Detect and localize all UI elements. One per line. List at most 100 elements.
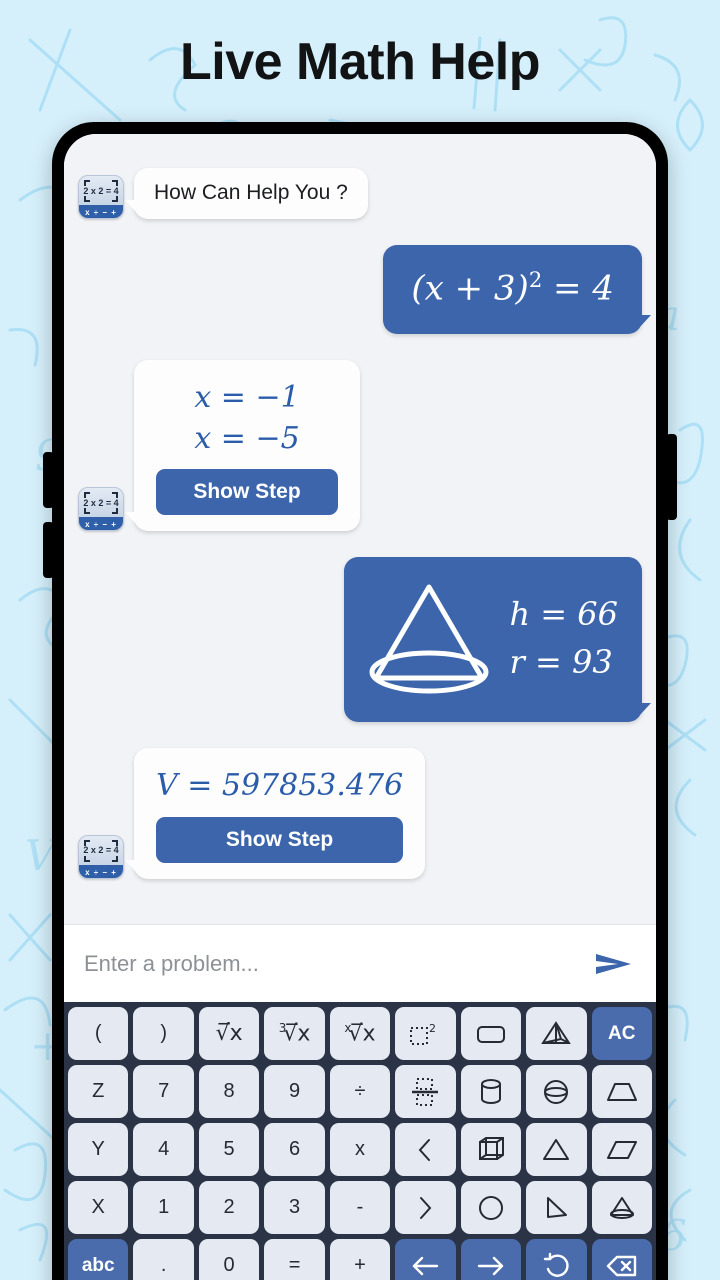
key-pyramid-shape-glyph (541, 1020, 572, 1044)
show-step-button[interactable]: Show Step (156, 816, 404, 863)
scan-corner-bottom-right-icon (112, 508, 118, 515)
keyboard-row: () √̅x 3√̅x x√̅x 2 AC (68, 1007, 652, 1060)
avatar-equation-text: 2 x 2 = 4 (83, 497, 119, 508)
key-greater-than[interactable] (395, 1181, 456, 1234)
show-step-button[interactable]: Show Step (156, 469, 338, 516)
page-title: Live Math Help (180, 33, 540, 91)
key-5[interactable]: 5 (198, 1123, 260, 1176)
key-power-two[interactable]: 2 (395, 1007, 456, 1060)
volume-up-button[interactable] (43, 452, 54, 508)
key-variable-x[interactable]: X (68, 1181, 129, 1234)
greeting-bubble: How Can Help You ? (125, 168, 368, 219)
key-trapezoid-shape-glyph (606, 1082, 637, 1101)
message-greeting: 2 x 2 = 4 x ÷ − + How Can Help You ? (78, 168, 642, 219)
key-less-than[interactable] (395, 1123, 456, 1176)
key-sphere-shape[interactable] (526, 1065, 587, 1118)
key-pyramid-shape[interactable] (526, 1007, 587, 1060)
key-rectangle-shape-glyph (476, 1025, 505, 1043)
key-decimal-point[interactable]: . (133, 1239, 194, 1280)
key-parallelogram-shape-glyph (606, 1140, 637, 1159)
key-cylinder-shape[interactable] (460, 1065, 522, 1118)
scan-corner-top-left-icon (84, 839, 90, 846)
key-right-triangle-shape[interactable] (526, 1181, 587, 1234)
key-minus[interactable]: - (329, 1181, 391, 1234)
keyboard-row: Z 7 8 9 ÷ (68, 1065, 652, 1118)
key-fraction[interactable] (395, 1065, 456, 1118)
key-equals[interactable]: = (264, 1239, 325, 1280)
key-square-root[interactable]: √̅x (198, 1007, 260, 1060)
scan-corner-top-right-icon (112, 180, 118, 186)
problem-input[interactable] (84, 950, 592, 977)
key-backspace-glyph (606, 1255, 636, 1276)
key-multiply[interactable]: x (329, 1123, 391, 1176)
key-undo-glyph (544, 1252, 569, 1277)
key-nth-root[interactable]: x√̅x (329, 1007, 391, 1060)
key-variable-y[interactable]: Y (68, 1123, 129, 1176)
bot-avatar: 2 x 2 = 4 x ÷ − + (78, 175, 124, 219)
volume-down-button[interactable] (43, 522, 54, 578)
cone-values: h = 66 r = 93 (510, 590, 618, 686)
key-2[interactable]: 2 (198, 1181, 260, 1234)
key-rectangle-shape[interactable] (460, 1007, 522, 1060)
scan-corner-top-left-icon (84, 492, 90, 499)
key-parallelogram-shape[interactable] (591, 1123, 652, 1176)
key-open-paren[interactable]: ( (68, 1007, 129, 1060)
answer-line: V = 597853.476 (156, 768, 404, 804)
key-circle-shape[interactable] (460, 1181, 522, 1234)
key-cone-shape-glyph (609, 1196, 634, 1219)
avatar-scan-area: 2 x 2 = 4 (79, 835, 123, 865)
keyboard-row: X123- (68, 1181, 652, 1234)
scan-corner-top-right-icon (112, 492, 118, 499)
key-6[interactable]: 6 (264, 1123, 325, 1176)
phone-mockup: 2 x 2 = 4 x ÷ − + How Can Help You ? (x … (43, 122, 677, 1280)
key-7[interactable]: 7 (133, 1065, 194, 1118)
radical-glyph: √̅x (215, 1021, 243, 1046)
answer-card: x = −1 x = −5 Show Step (134, 360, 360, 531)
svg-text:2: 2 (429, 1022, 436, 1035)
radical-glyph: 3√̅x (278, 1020, 311, 1047)
equation-exponent: 2 (528, 267, 543, 292)
key-8[interactable]: 8 (198, 1065, 260, 1118)
key-backspace[interactable] (591, 1239, 652, 1280)
scan-corner-bottom-left-icon (84, 196, 90, 202)
key-arrow-left[interactable] (395, 1239, 456, 1280)
key-trapezoid-shape[interactable] (591, 1065, 652, 1118)
equation-base: (x + 3) (411, 268, 529, 309)
key-arrow-right-glyph (477, 1256, 504, 1275)
avatar-operators-text: x ÷ − + (79, 205, 123, 218)
key-variable-z[interactable]: Z (68, 1065, 129, 1118)
key-all-clear[interactable]: AC (591, 1007, 652, 1060)
phone-screen: 2 x 2 = 4 x ÷ − + How Can Help You ? (x … (64, 134, 656, 1280)
scan-corner-bottom-right-icon (112, 196, 118, 202)
math-keyboard: () √̅x 3√̅x x√̅x 2 AC Z 7 8 9 ÷ Y 4 5 6 x X 1 2 3- abc. 0 = + (64, 1002, 656, 1280)
key-arrow-right[interactable] (460, 1239, 522, 1280)
bot-avatar: 2 x 2 = 4 x ÷ − + (78, 834, 124, 879)
key-close-paren[interactable]: ) (133, 1007, 194, 1060)
key-circle-shape-glyph (478, 1195, 503, 1220)
key-cube-shape-glyph (478, 1136, 504, 1160)
key-divide[interactable]: ÷ (329, 1065, 391, 1118)
key-triangle-shape[interactable] (526, 1123, 587, 1176)
key-triangle-shape-glyph (543, 1138, 570, 1160)
key-abc-layout[interactable]: abc (68, 1239, 129, 1280)
key-3[interactable]: 3 (264, 1181, 325, 1234)
key-plus[interactable]: + (329, 1239, 391, 1280)
scan-corner-bottom-right-icon (112, 855, 118, 862)
key-cone-shape[interactable] (591, 1181, 652, 1234)
avatar-equation-text: 2 x 2 = 4 (83, 845, 119, 856)
key-greater-than-glyph (420, 1196, 432, 1219)
key-4[interactable]: 4 (133, 1123, 194, 1176)
power-button[interactable] (666, 434, 677, 520)
key-cube-shape[interactable] (460, 1123, 522, 1176)
key-undo[interactable] (526, 1239, 587, 1280)
send-button[interactable] (592, 947, 636, 981)
key-1[interactable]: 1 (133, 1181, 194, 1234)
key-right-triangle-shape-glyph (547, 1196, 568, 1218)
key-9[interactable]: 9 (264, 1065, 325, 1118)
answer-line: x = −1 (194, 380, 300, 416)
cone-figure-bubble: h = 66 r = 93 (343, 557, 652, 723)
key-power-two-glyph: 2 (410, 1022, 436, 1045)
roots-answer-bubble: x = −1 x = −5 Show Step (125, 360, 360, 532)
key-cube-root[interactable]: 3√̅x (264, 1007, 325, 1060)
key-0[interactable]: 0 (198, 1239, 260, 1280)
